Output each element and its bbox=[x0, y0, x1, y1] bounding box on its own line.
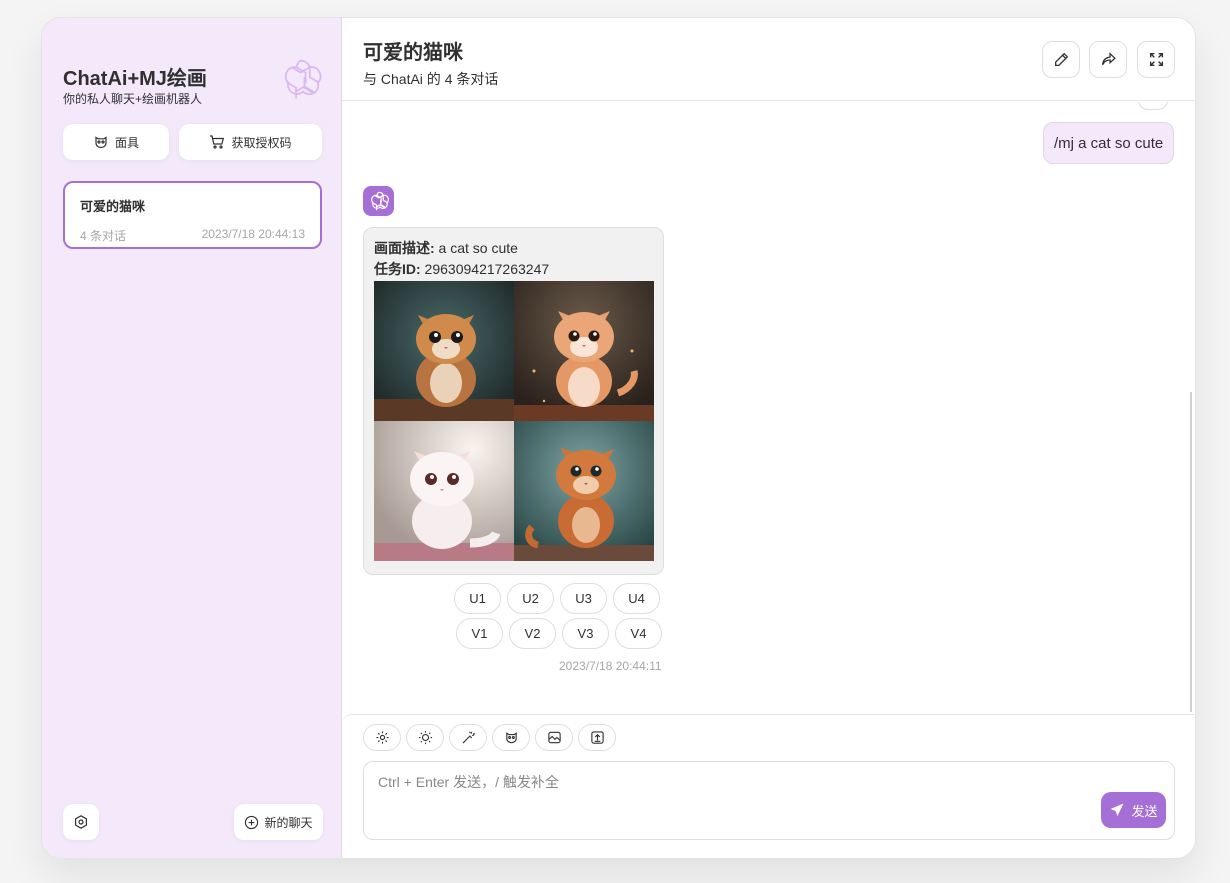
mask-button-label: 面具 bbox=[114, 135, 139, 150]
app-window: ChatAi+MJ绘画 你的私人聊天+绘画机器人 面具 获取授权码 可爱的猫咪 … bbox=[41, 17, 1196, 859]
chat-list-item[interactable]: 可爱的猫咪 4 条对话 2023/7/18 20:44:13 bbox=[63, 181, 322, 249]
fullscreen-icon bbox=[1149, 52, 1163, 67]
chat-subtitle: 与 ChatAi 的 4 条对话 bbox=[363, 71, 499, 87]
task-id-label: 任务ID: bbox=[374, 261, 421, 277]
bot-message: 画面描述: a cat so cute 任务ID: 29630942172632… bbox=[363, 227, 664, 575]
share-button[interactable] bbox=[1089, 41, 1127, 78]
message-input[interactable] bbox=[363, 761, 1175, 840]
user-message: /mj a cat so cute bbox=[1043, 122, 1175, 164]
generated-image-4[interactable] bbox=[514, 421, 654, 561]
get-auth-code-label: 获取授权码 bbox=[231, 135, 292, 150]
cart-icon bbox=[210, 135, 225, 149]
settings-button[interactable] bbox=[63, 804, 99, 840]
task-id-value: 2963094217263247 bbox=[420, 261, 550, 277]
kitten-image bbox=[514, 281, 654, 421]
theme-button[interactable] bbox=[406, 724, 444, 751]
edit-title-button[interactable] bbox=[1042, 41, 1080, 78]
chat-header: 可爱的猫咪 与 ChatAi 的 4 条对话 bbox=[342, 18, 1195, 101]
task-id: 任务ID: 2963094217263247 bbox=[374, 259, 653, 280]
generated-image-3[interactable] bbox=[374, 421, 514, 561]
kitten-image bbox=[514, 421, 654, 561]
send-label: 发送 bbox=[1131, 803, 1158, 819]
app-subtitle: 你的私人聊天+绘画机器人 bbox=[63, 92, 203, 106]
theme-icon bbox=[418, 730, 432, 745]
mask-icon bbox=[505, 732, 517, 744]
chat-item-title: 可爱的猫咪 bbox=[80, 199, 146, 214]
scrollbar[interactable] bbox=[1190, 392, 1192, 712]
u1-button[interactable]: U1 bbox=[454, 583, 501, 614]
export-icon bbox=[590, 731, 604, 744]
pencil-icon bbox=[1054, 52, 1068, 66]
v4-button[interactable]: V4 bbox=[615, 618, 662, 649]
prompt-button[interactable] bbox=[449, 724, 487, 751]
user-avatar bbox=[1138, 102, 1168, 110]
send-icon bbox=[1110, 803, 1124, 816]
chat-item-count: 4 条对话 bbox=[80, 229, 127, 243]
chat-main: 可爱的猫咪 与 ChatAi 的 4 条对话 /mj a cat so cute… bbox=[342, 18, 1195, 858]
prompt-description-label: 画面描述: bbox=[374, 240, 435, 256]
generated-image-grid[interactable] bbox=[374, 281, 654, 561]
mask-tool-button[interactable] bbox=[492, 724, 530, 751]
bot-avatar bbox=[363, 186, 394, 216]
magic-wand-icon bbox=[461, 731, 475, 744]
kitten-image bbox=[374, 421, 514, 561]
export-button[interactable] bbox=[578, 724, 616, 751]
new-chat-label: 新的聊天 bbox=[264, 815, 313, 830]
get-auth-code-button[interactable]: 获取授权码 bbox=[179, 124, 322, 160]
settings-icon bbox=[375, 731, 389, 744]
message-timestamp: 2023/7/18 20:44:11 bbox=[559, 659, 662, 673]
upscale-buttons: U1 U2 U3 U4 bbox=[454, 583, 660, 614]
v1-button[interactable]: V1 bbox=[456, 618, 503, 649]
chat-item-time: 2023/7/18 20:44:13 bbox=[201, 227, 305, 241]
mask-icon bbox=[95, 136, 107, 149]
settings-icon bbox=[75, 815, 87, 829]
add-circle-icon bbox=[245, 815, 259, 829]
generated-image-1[interactable] bbox=[374, 281, 514, 421]
new-chat-button[interactable]: 新的聊天 bbox=[234, 804, 323, 840]
openai-logo-icon bbox=[284, 59, 322, 99]
mask-button[interactable]: 面具 bbox=[63, 124, 169, 160]
u4-button[interactable]: U4 bbox=[613, 583, 660, 614]
generated-image-2[interactable] bbox=[514, 281, 654, 421]
share-icon bbox=[1101, 52, 1116, 66]
message-list[interactable]: /mj a cat so cute 画面描述: a cat so cute 任务… bbox=[342, 102, 1195, 714]
v3-button[interactable]: V3 bbox=[562, 618, 609, 649]
app-title: ChatAi+MJ绘画 bbox=[63, 68, 207, 90]
u2-button[interactable]: U2 bbox=[507, 583, 554, 614]
openai-logo-icon bbox=[370, 191, 389, 211]
variation-buttons: V1 V2 V3 V4 bbox=[456, 618, 662, 649]
image-icon bbox=[547, 731, 561, 744]
chat-title: 可爱的猫咪 bbox=[363, 42, 463, 64]
composer: 发送 bbox=[342, 714, 1195, 858]
sidebar: ChatAi+MJ绘画 你的私人聊天+绘画机器人 面具 获取授权码 可爱的猫咪 … bbox=[42, 18, 342, 858]
send-button[interactable]: 发送 bbox=[1101, 792, 1166, 828]
fullscreen-button[interactable] bbox=[1137, 41, 1175, 78]
kitten-image bbox=[374, 281, 514, 421]
prompt-description: 画面描述: a cat so cute bbox=[374, 238, 653, 259]
u3-button[interactable]: U3 bbox=[560, 583, 607, 614]
v2-button[interactable]: V2 bbox=[509, 618, 556, 649]
prompt-description-value: a cat so cute bbox=[434, 240, 518, 256]
composer-toolbar bbox=[363, 724, 616, 751]
chat-settings-button[interactable] bbox=[363, 724, 401, 751]
image-button[interactable] bbox=[535, 724, 573, 751]
